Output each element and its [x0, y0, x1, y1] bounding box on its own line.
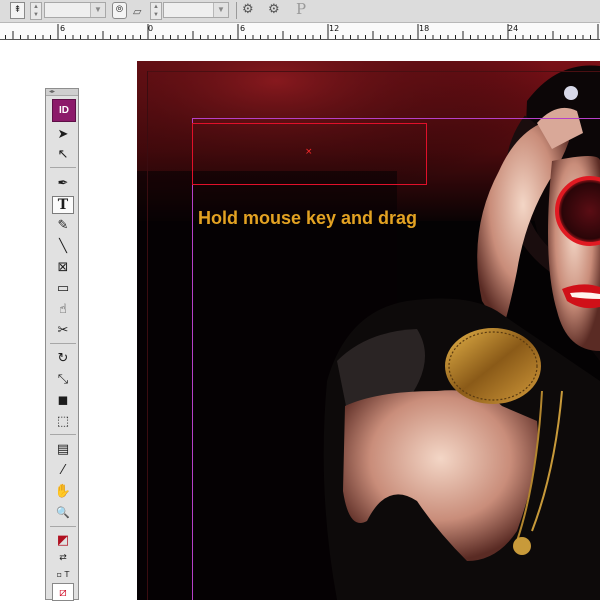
- ring-jewel: [564, 86, 578, 100]
- text-frame-selection[interactable]: ×: [192, 123, 427, 185]
- swap-fill-stroke-icon[interactable]: ⇄: [52, 549, 74, 567]
- frame-edge: [147, 71, 148, 600]
- ruler-label: 6: [60, 24, 66, 33]
- direct-selection-tool-icon[interactable]: ↖: [52, 146, 74, 164]
- line-tool-icon[interactable]: ╲: [52, 238, 74, 256]
- control-field-1[interactable]: ▼: [44, 2, 106, 18]
- tool-divider: [50, 526, 76, 527]
- path-icon[interactable]: ⚙: [268, 2, 280, 17]
- ruler-label: 18: [419, 24, 430, 33]
- selection-tool-icon[interactable]: ➤: [52, 126, 74, 144]
- rotate-tool-icon[interactable]: ↻: [52, 350, 74, 368]
- ruler-label: 6: [240, 24, 246, 33]
- pen-tool-icon[interactable]: ✒: [52, 175, 74, 193]
- chevron-down-icon[interactable]: ▼: [90, 3, 105, 17]
- none-swatch-icon[interactable]: ⧄: [52, 583, 74, 601]
- tool-divider: [50, 167, 76, 168]
- ruler-label: 12: [329, 24, 340, 33]
- button-tool-icon[interactable]: ☝: [52, 301, 74, 319]
- ruler-label: 0: [148, 24, 154, 33]
- gold-bracelet: [445, 328, 541, 404]
- control-field-2[interactable]: ▼: [163, 2, 229, 18]
- spinner-icon[interactable]: ▲ ▼: [30, 2, 42, 20]
- text-align-icon[interactable]: ⇞: [10, 2, 25, 19]
- tool-divider: [50, 434, 76, 435]
- tools-panel: ◂▸ ID ➤ ↖ ✒ T ✎ ╲ ⊠ ▭ ☝ ✂ ↻ ⤡ ◼ ⬚ ▤ ⁄ ✋ …: [45, 88, 79, 601]
- eraser-icon[interactable]: ▱: [133, 5, 141, 18]
- instruction-callout: Hold mouse key and drag: [198, 208, 418, 228]
- free-transform-tool-icon[interactable]: ⬚: [52, 413, 74, 431]
- tool-divider: [50, 343, 76, 344]
- tool-settings-icon[interactable]: ⚙: [242, 2, 254, 17]
- margin-guide: [192, 118, 600, 119]
- scissors-tool-icon[interactable]: ✂: [52, 322, 74, 340]
- spinner-icon[interactable]: ▲ ▼: [150, 2, 162, 20]
- frame-center-mark: ×: [305, 147, 313, 157]
- clip-icon[interactable]: ⦾: [112, 2, 127, 19]
- control-bar: ⇞ ▲ ▼ ▼ ⦾ ▱ ▲ ▼ ▼ ⚙ ⚙ P: [0, 0, 600, 23]
- eyedropper-tool-icon[interactable]: ⁄: [52, 462, 74, 480]
- horizontal-ruler[interactable]: 6 0 6 12 18 24: [0, 23, 600, 40]
- rectangle-frame-tool-icon[interactable]: ⊠: [52, 259, 74, 277]
- gradient-tool-icon[interactable]: ◼: [52, 392, 74, 410]
- rectangle-tool-icon[interactable]: ▭: [52, 280, 74, 298]
- fill-stroke-icon[interactable]: ◩: [52, 532, 74, 550]
- formatting-mode-icon[interactable]: ▫ T: [52, 566, 74, 584]
- type-tool-icon[interactable]: T: [52, 196, 74, 214]
- frame-edge: [147, 71, 600, 72]
- necklace-pendant: [513, 537, 531, 555]
- note-tool-icon[interactable]: ▤: [52, 441, 74, 459]
- panel-grip[interactable]: ◂▸: [46, 89, 78, 96]
- document-canvas[interactable]: × Hold mouse key and drag: [137, 61, 600, 600]
- scale-tool-icon[interactable]: ⤡: [52, 371, 74, 389]
- ruler-label: 24: [508, 24, 519, 33]
- pencil-tool-icon[interactable]: ✎: [52, 217, 74, 235]
- chevron-down-icon[interactable]: ▼: [213, 3, 228, 17]
- margin-guide: [192, 119, 193, 600]
- separator: [236, 2, 237, 19]
- page-p-icon[interactable]: P: [296, 0, 306, 18]
- hand-tool-icon[interactable]: ✋: [52, 483, 74, 501]
- app-logo: ID: [52, 99, 76, 122]
- zoom-tool-icon[interactable]: 🔍: [52, 504, 74, 522]
